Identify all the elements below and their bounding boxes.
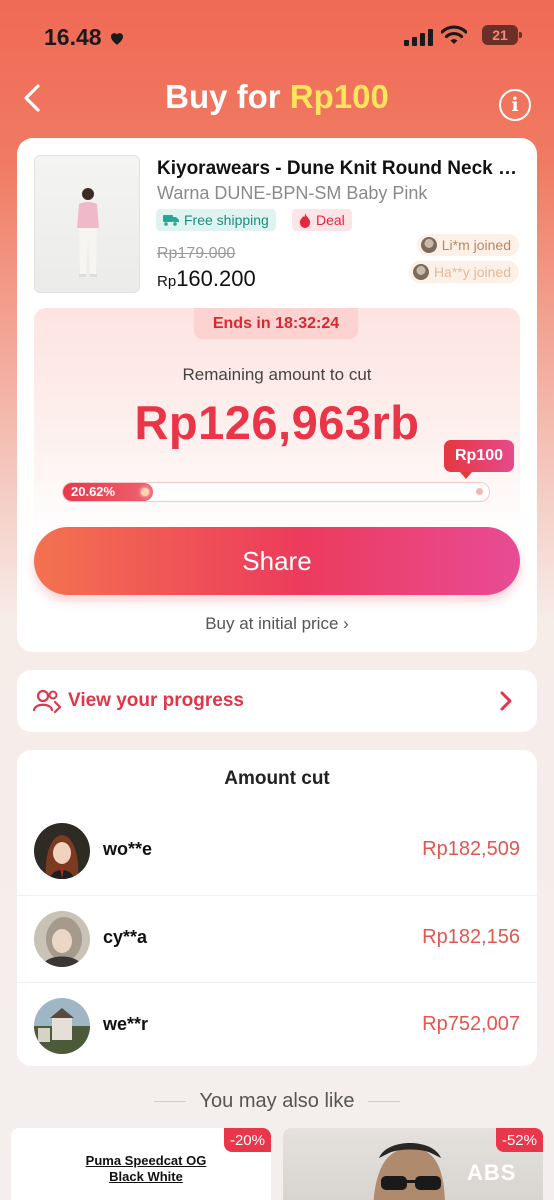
avatar — [34, 911, 90, 967]
joined-text: Ha**y joined — [433, 264, 511, 280]
avatar — [412, 264, 429, 280]
joined-badge: Li*m joined — [416, 234, 519, 256]
price-currency: Rp — [157, 273, 177, 290]
status-bar: 16.48 21 — [0, 0, 554, 70]
flame-icon — [299, 212, 311, 228]
discount-badge: -52% — [495, 1128, 543, 1152]
deal-label: Deal — [316, 212, 345, 228]
cut-progress-panel: Ends in 18:32:24 Remaining amount to cut… — [34, 308, 520, 536]
user-name: cy**a — [103, 927, 148, 947]
countdown-badge: Ends in 18:32:24 — [194, 308, 358, 339]
users-icon — [33, 689, 61, 714]
free-shipping-badge: Free shipping — [156, 209, 276, 231]
status-time: 16.48 — [44, 24, 126, 51]
recommend-product-card[interactable]: Puma Speedcat OG Black White -20% — [11, 1128, 271, 1200]
product-card: Kiyorawears - Dune Knit Round Neck T... … — [17, 138, 537, 652]
brand-logo: ABS — [467, 1160, 517, 1185]
product-name[interactable]: Kiyorawears - Dune Knit Round Neck T... — [157, 158, 523, 180]
avatar — [34, 823, 90, 879]
clock-text: 16.48 — [44, 24, 102, 50]
cut-amount: Rp182,156 — [422, 926, 520, 948]
recommend-title: You may also like — [0, 1090, 554, 1113]
target-price-badge: Rp100 — [444, 440, 514, 479]
battery-icon: 21 — [482, 25, 522, 45]
info-icon[interactable]: i — [499, 89, 531, 121]
discount-badge: -20% — [223, 1128, 271, 1152]
cellular-signal-icon — [404, 28, 433, 46]
product-variant: Warna DUNE-BPN-SM Baby Pink — [157, 183, 428, 203]
battery-level: 21 — [492, 27, 508, 43]
avatar — [420, 237, 437, 253]
recommend-product-card[interactable]: ABS -52% — [283, 1128, 543, 1200]
list-item: wo**e Rp182,509 — [17, 808, 537, 895]
progress-end-marker — [476, 488, 483, 495]
model-figure — [77, 188, 99, 277]
user-name: wo**e — [103, 839, 153, 859]
cut-amount: Rp752,007 — [422, 1013, 520, 1035]
progress-percent: 20.62% — [71, 484, 116, 499]
product-image[interactable] — [34, 155, 140, 293]
product-title: Puma Speedcat OG Black White — [85, 1153, 207, 1184]
progress-marker — [141, 488, 149, 496]
title-price: Rp100 — [289, 78, 389, 115]
recommend-title-text: You may also like — [199, 1090, 355, 1112]
price-value: 160.200 — [176, 266, 256, 291]
page-title: Buy for Rp100 — [0, 78, 554, 116]
avatar — [34, 998, 90, 1054]
progress-bar: 20.62% — [62, 482, 490, 502]
joined-badge: Ha**y joined — [408, 261, 519, 283]
share-button[interactable]: Share — [34, 527, 520, 595]
list-item: we**r Rp752,007 — [17, 982, 537, 1069]
view-progress-row[interactable]: View your progress — [17, 670, 537, 732]
progress-fill: 20.62% — [63, 483, 153, 501]
list-item: cy**a Rp182,156 — [17, 895, 537, 982]
user-name: we**r — [103, 1014, 149, 1034]
heart-icon — [110, 32, 123, 45]
remaining-label: Remaining amount to cut — [182, 365, 372, 384]
cut-amount: Rp182,509 — [422, 838, 520, 860]
original-price: Rp179.000 — [157, 245, 236, 262]
title-prefix: Buy for — [165, 78, 281, 115]
view-progress-label: View your progress — [68, 690, 244, 711]
amount-cut-title: Amount cut — [224, 768, 330, 789]
amount-cut-list: Amount cut wo**e Rp182,509 cy**a Rp182,1… — [17, 750, 537, 1066]
chevron-right-icon — [500, 691, 512, 711]
deal-badge: Deal — [292, 209, 352, 231]
current-price: Rp160.200 — [157, 266, 256, 292]
free-shipping-label: Free shipping — [184, 212, 269, 228]
buy-initial-price-link[interactable]: Buy at initial price › — [17, 614, 537, 634]
wifi-icon — [441, 25, 467, 44]
joined-text: Li*m joined — [441, 237, 511, 253]
truck-icon — [163, 215, 179, 226]
